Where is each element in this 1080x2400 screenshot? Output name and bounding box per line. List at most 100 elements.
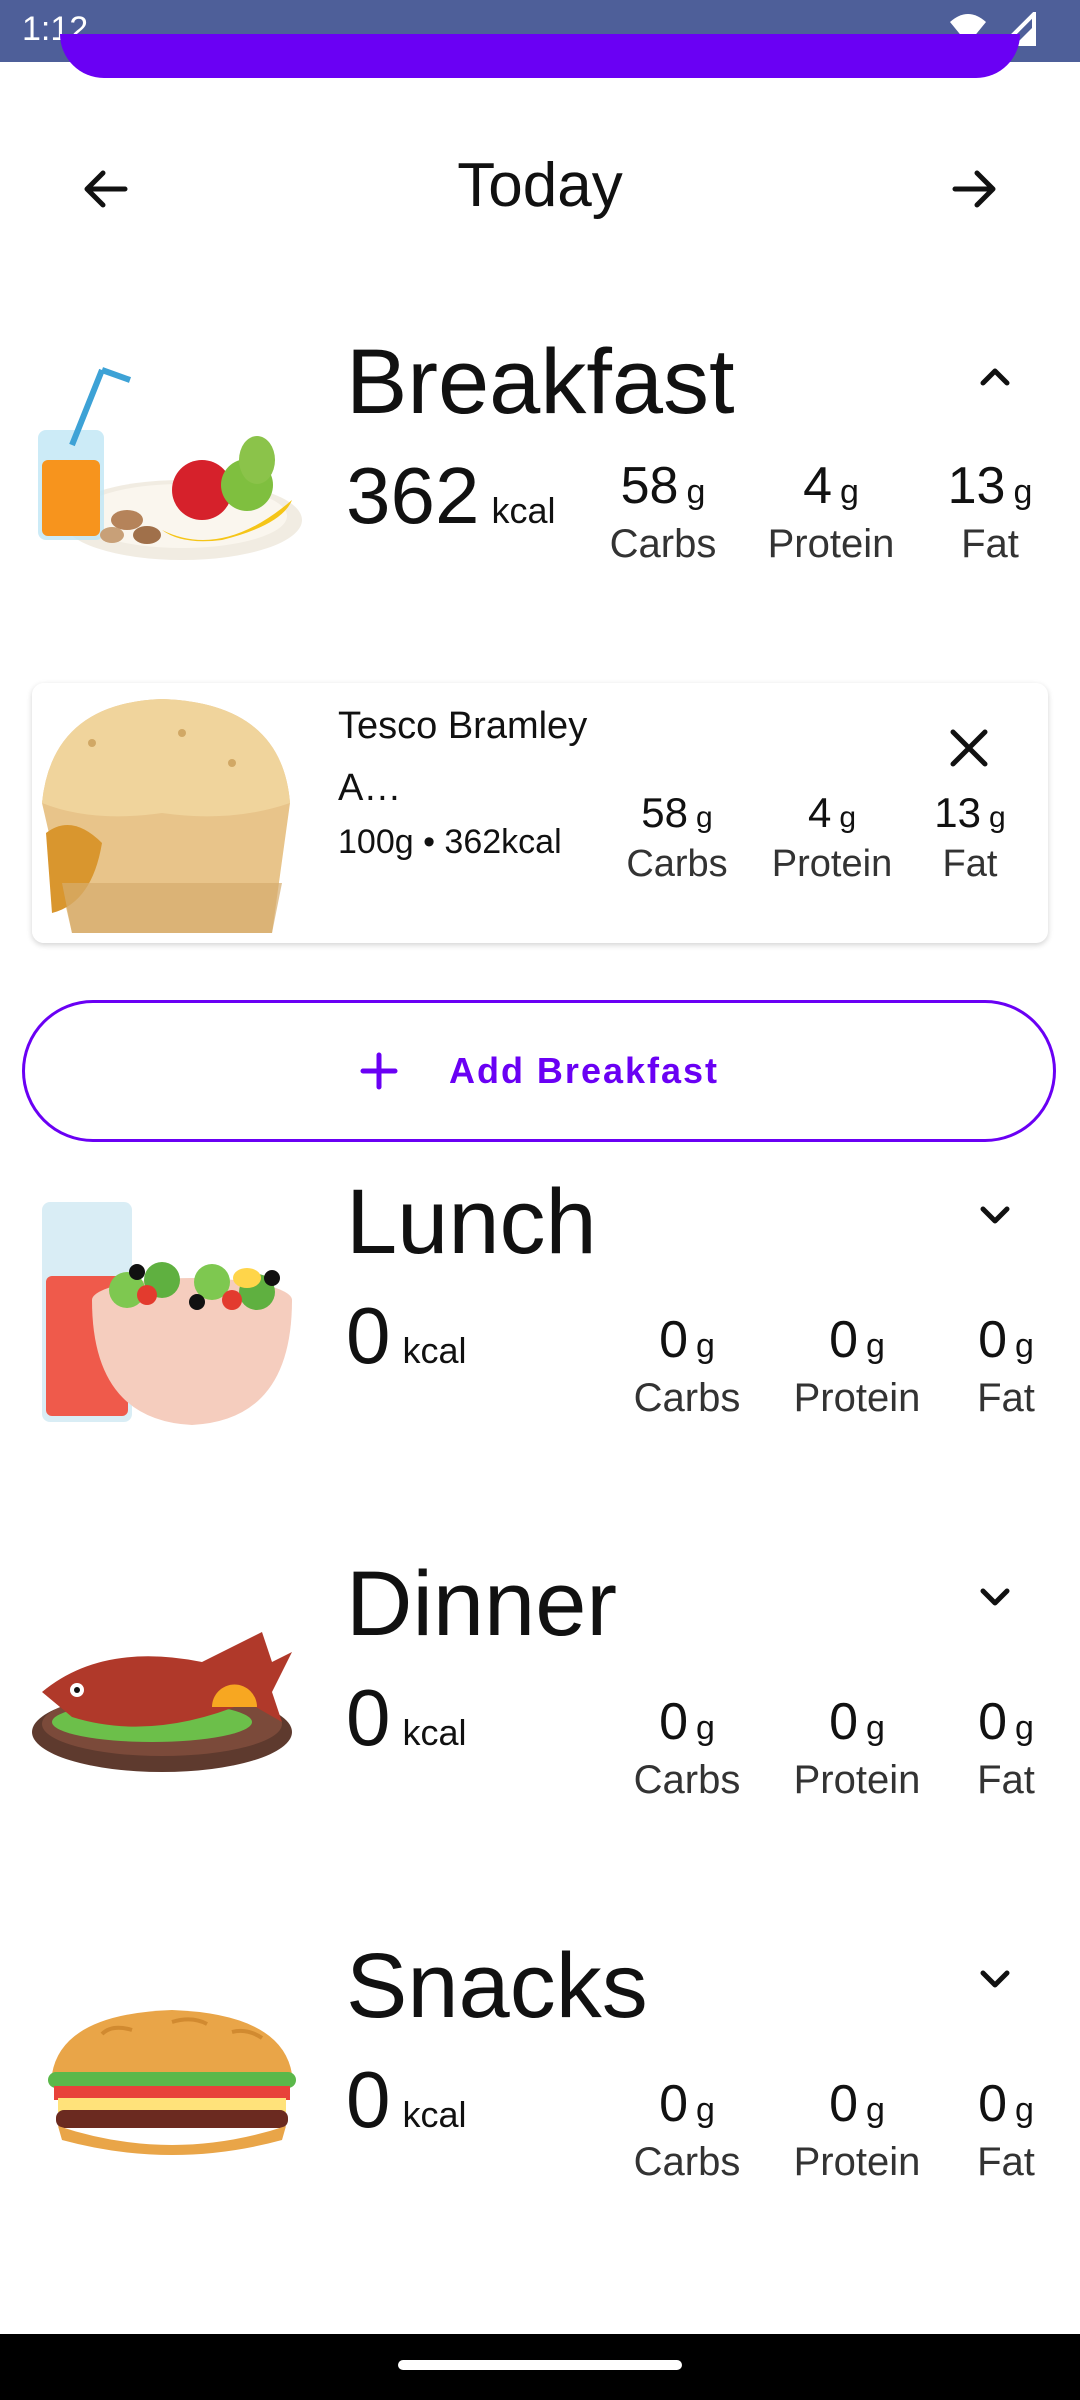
macro-unit: g: [1013, 473, 1033, 511]
add-breakfast-button[interactable]: Add Breakfast: [22, 1000, 1056, 1142]
meal-section-lunch: Lunch 0 kcal 0g Carbs 0g Protein 0g Fat: [0, 1171, 1080, 1500]
macro-value: 0: [978, 1311, 1007, 1369]
macro-value: 13: [934, 789, 982, 836]
macro-unit: g: [696, 2091, 715, 2129]
food-macro-fat: 13 g Fat: [920, 789, 1020, 886]
food-macro-carbs: 58 g Carbs: [622, 789, 732, 886]
macro-unit: g: [1015, 1709, 1034, 1747]
macro-value: 4: [803, 457, 832, 515]
macro-label: Carbs: [633, 2140, 741, 2184]
kcal-unit: kcal: [402, 1330, 467, 1371]
meal-title: Snacks: [346, 1935, 648, 2037]
food-name: Tesco Bramley A…: [338, 705, 588, 809]
expand-lunch-button[interactable]: [960, 1180, 1030, 1250]
food-image: [32, 683, 294, 943]
macro-label: Carbs: [633, 1376, 741, 1420]
macro-unit: g: [866, 1327, 885, 1365]
meal-section-snacks: Snacks 0 kcal 0g Carbs 0g Protein 0g Fat: [0, 1935, 1080, 2264]
macro-unit: g: [696, 1327, 715, 1365]
macro-fat: 0g Fat: [958, 1692, 1054, 1803]
macro-fat: 0g Fat: [958, 2074, 1054, 2185]
macro-value: 0: [659, 1693, 688, 1751]
macro-unit: g: [866, 1709, 885, 1747]
food-macro-protein: 4g Protein: [762, 789, 902, 886]
macro-value: 0: [659, 2075, 688, 2133]
meal-kcal: 0 kcal: [346, 1290, 467, 1382]
macro-label: Fat: [942, 843, 998, 885]
meal-kcal: 362 kcal: [346, 450, 556, 542]
collapse-breakfast-button[interactable]: [960, 342, 1030, 412]
macro-value: 0: [829, 1311, 858, 1369]
snacks-image: [32, 1964, 312, 2204]
meal-title: Lunch: [346, 1171, 597, 1273]
kcal-value: 0: [346, 2055, 391, 2144]
macro-value: 0: [978, 2075, 1007, 2133]
remove-food-button[interactable]: [934, 713, 1004, 783]
meal-kcal: 0 kcal: [346, 2054, 467, 2146]
kcal-unit: kcal: [402, 1712, 467, 1753]
macro-unit: g: [840, 473, 859, 511]
macro-unit: g: [696, 1709, 715, 1747]
macro-value: 58: [641, 789, 689, 836]
macro-label: Protein: [793, 2140, 921, 2184]
macro-unit: g: [1015, 1327, 1034, 1365]
macro-fat: 0g Fat: [958, 1310, 1054, 1421]
macro-value: 13: [947, 457, 1006, 515]
macro-unit: g: [696, 801, 713, 834]
macro-label: Protein: [771, 843, 893, 885]
macro-protein: 0g Protein: [782, 1310, 932, 1421]
macro-unit: g: [989, 801, 1006, 834]
chevron-down-icon: [980, 1970, 1010, 1988]
macro-label: Fat: [977, 1376, 1035, 1420]
expand-snacks-button[interactable]: [960, 1944, 1030, 2014]
macro-label: Carbs: [626, 843, 728, 885]
home-gesture-handle[interactable]: [398, 2360, 682, 2370]
macro-label: Carbs: [633, 1758, 741, 1802]
close-icon: [950, 729, 988, 767]
macro-fat: 13 g Fat: [930, 456, 1050, 567]
kcal-value: 362: [346, 451, 480, 540]
macro-label: Fat: [977, 1758, 1035, 1802]
page-title: Today: [457, 151, 623, 220]
kcal-value: 0: [346, 1673, 391, 1762]
macro-carbs: 0g Carbs: [622, 1310, 752, 1421]
macro-protein: 0g Protein: [782, 2074, 932, 2185]
food-item-card[interactable]: Tesco Bramley A… 100g • 362kcal 58 g Carb…: [32, 683, 1048, 943]
macro-value: 0: [978, 1693, 1007, 1751]
plus-icon: [360, 1052, 398, 1090]
kcal-value: 0: [346, 1291, 391, 1380]
date-navigator: Today: [0, 120, 1080, 250]
food-serving-info: 100g • 362kcal: [338, 823, 562, 861]
kcal-unit: kcal: [402, 2094, 467, 2135]
system-navigation-bar: [0, 2334, 1080, 2400]
macro-label: Protein: [767, 522, 895, 566]
macro-label: Fat: [961, 522, 1019, 566]
macro-unit: g: [686, 473, 706, 511]
macro-carbs: 58 g Carbs: [598, 456, 728, 567]
next-day-button[interactable]: [940, 154, 1010, 224]
macro-label: Carbs: [609, 522, 717, 566]
macro-label: Protein: [793, 1376, 921, 1420]
macro-protein: 4g Protein: [756, 456, 906, 567]
macro-value: 0: [829, 2075, 858, 2133]
chevron-up-icon: [980, 368, 1010, 386]
macro-unit: g: [866, 2091, 885, 2129]
macro-label: Protein: [793, 1758, 921, 1802]
meal-section-dinner: Dinner 0 kcal 0g Carbs 0g Protein 0g Fat: [0, 1553, 1080, 1882]
add-breakfast-label: Add Breakfast: [448, 1050, 720, 1091]
macro-carbs: 0g Carbs: [622, 2074, 752, 2185]
macro-unit: g: [839, 801, 857, 834]
macro-value: 58: [620, 457, 679, 515]
dinner-image: [32, 1582, 312, 1822]
macro-carbs: 0g Carbs: [622, 1692, 752, 1803]
macro-value: 0: [659, 1311, 688, 1369]
meal-title: Dinner: [346, 1553, 618, 1655]
macro-unit: g: [1015, 2091, 1034, 2129]
kcal-unit: kcal: [491, 490, 556, 531]
top-accent-bar: [60, 34, 1020, 78]
meal-title: Breakfast: [346, 331, 735, 433]
chevron-down-icon: [980, 1206, 1010, 1224]
lunch-image: [32, 1190, 312, 1430]
chevron-down-icon: [980, 1588, 1010, 1606]
expand-dinner-button[interactable]: [960, 1562, 1030, 1632]
